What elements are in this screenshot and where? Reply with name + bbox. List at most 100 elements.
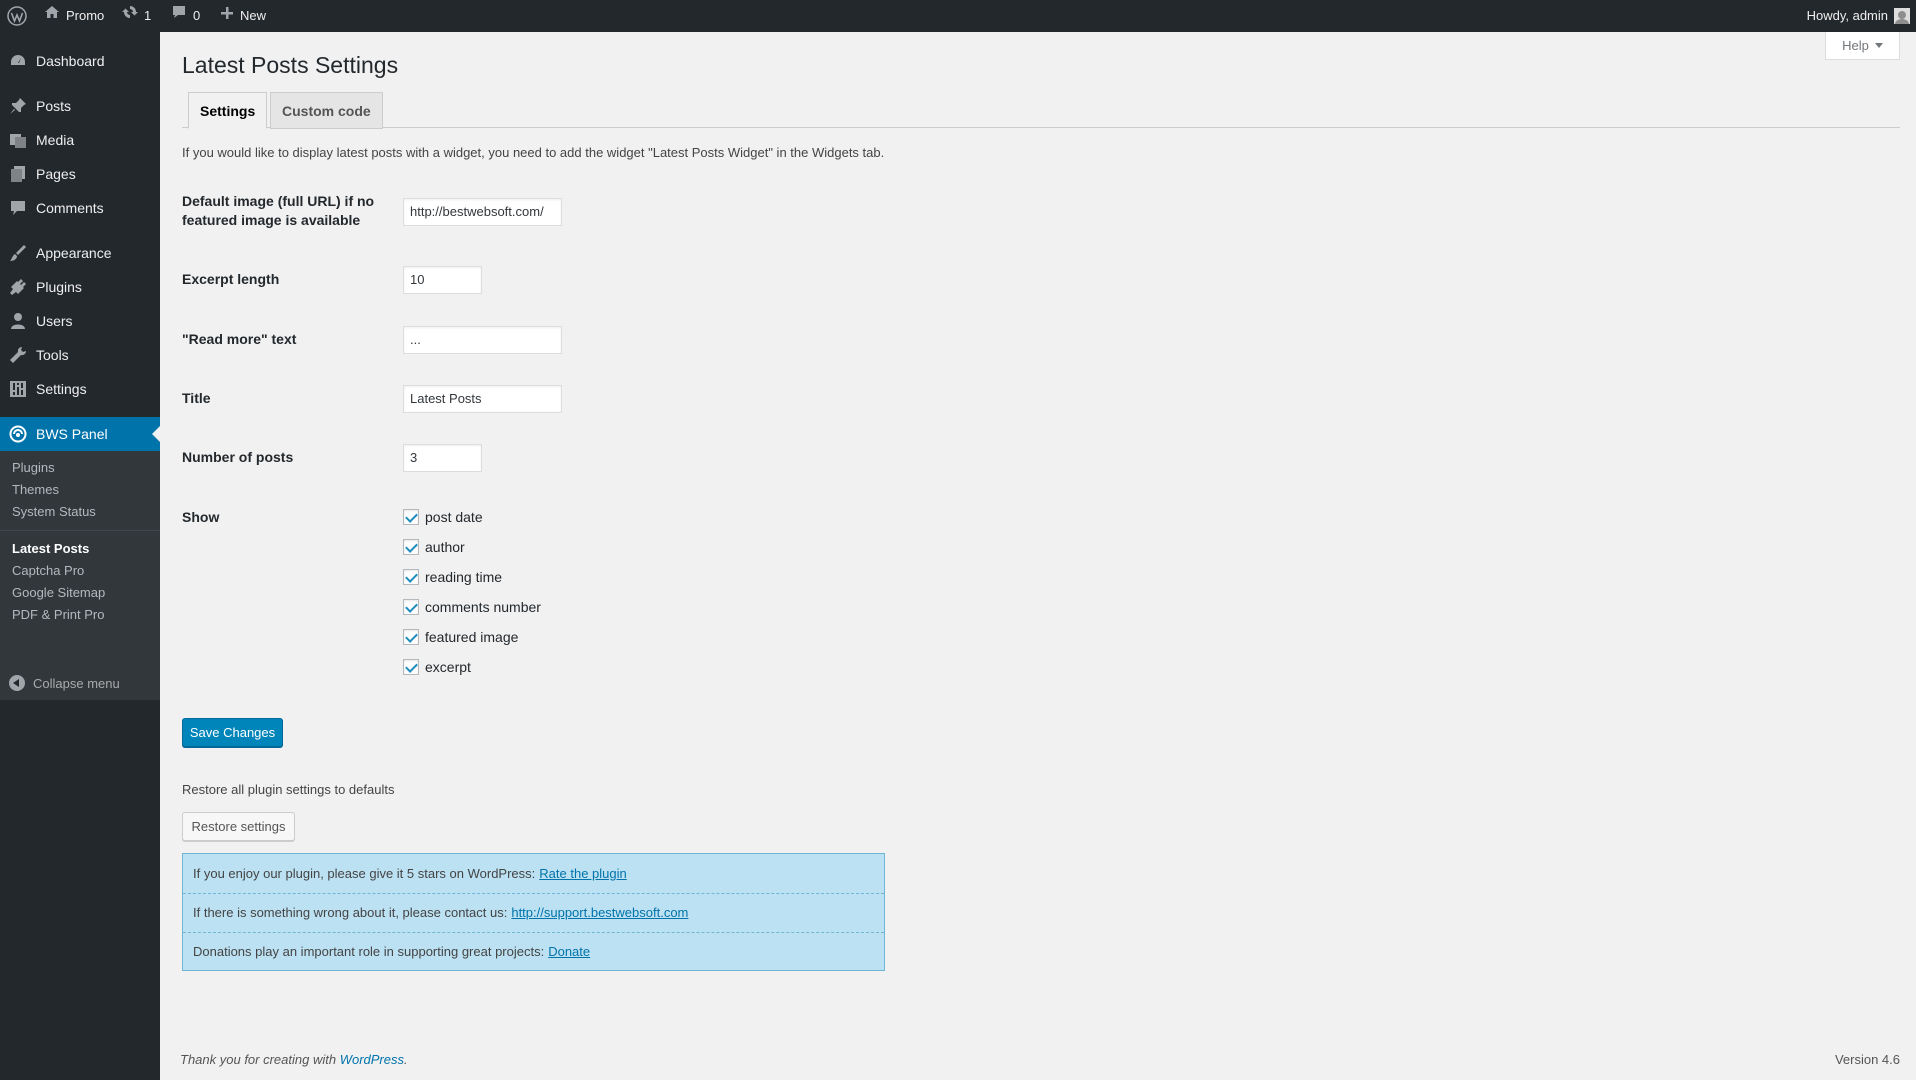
show-label: Show — [182, 509, 220, 525]
restore-settings-button[interactable]: Restore settings — [182, 812, 295, 841]
checkbox-author[interactable]: author — [403, 537, 465, 557]
default-image-input[interactable]: http://bestwebsoft.com/ — [403, 198, 562, 226]
sidebar-item-bws-panel[interactable]: BWS Panel — [0, 417, 160, 451]
comments-count: 0 — [193, 8, 201, 23]
sidebar-item-settings[interactable]: Settings — [0, 372, 160, 406]
checkbox-label: comments number — [425, 599, 541, 615]
plus-icon — [220, 0, 234, 32]
tab-settings[interactable]: Settings — [188, 92, 268, 129]
sidebar-item-dashboard[interactable]: Dashboard — [0, 44, 160, 78]
comments-link[interactable]: 0 — [171, 0, 200, 32]
checkbox-checked-icon[interactable] — [403, 569, 419, 585]
widget-notice: If you would like to display latest post… — [182, 145, 885, 160]
checkbox-checked-icon[interactable] — [403, 659, 419, 675]
wordpress-logo-icon[interactable] — [7, 0, 29, 32]
bws-submenu: Plugins Themes System Status Latest Post… — [0, 451, 160, 700]
sidebar-item-tools[interactable]: Tools — [0, 338, 160, 372]
sidebar-item-label: Posts — [36, 98, 72, 114]
sidebar-item-users[interactable]: Users — [0, 304, 160, 338]
my-account-link[interactable]: Howdy, admin — [1807, 0, 1910, 32]
help-tab-button[interactable]: Help — [1825, 32, 1900, 60]
comment-bubble-icon — [171, 0, 187, 32]
user-icon — [8, 311, 28, 331]
admin-sidebar: Dashboard Posts Media Pages Comments App… — [0, 32, 160, 1080]
submenu-item-pdf-print-pro[interactable]: PDF & Print Pro — [12, 605, 104, 625]
title-label: Title — [182, 390, 211, 406]
support-link[interactable]: http://support.bestwebsoft.com — [511, 905, 688, 920]
rate-row: If you enjoy our plugin, please give it … — [183, 854, 884, 893]
sidebar-item-appearance[interactable]: Appearance — [0, 236, 160, 270]
read-more-input[interactable]: ... — [403, 326, 562, 354]
sidebar-item-media[interactable]: Media — [0, 123, 160, 157]
rate-text: If you enjoy our plugin, please give it … — [193, 866, 536, 881]
sidebar-item-label: Media — [36, 132, 75, 148]
site-name-link[interactable]: Promo — [44, 0, 104, 32]
dashboard-icon — [8, 51, 28, 71]
footer-thanks-text: Thank you for creating with — [180, 1052, 337, 1067]
donate-link[interactable]: Donate — [548, 944, 590, 959]
title-input[interactable]: Latest Posts — [403, 385, 562, 413]
donate-row: Donations play an important role in supp… — [183, 932, 884, 971]
checkbox-featured-image[interactable]: featured image — [403, 627, 518, 647]
wordpress-link[interactable]: WordPress — [340, 1052, 404, 1067]
submenu-item-google-sitemap[interactable]: Google Sitemap — [12, 583, 105, 603]
avatar — [1894, 8, 1910, 24]
sidebar-item-comments[interactable]: Comments — [0, 191, 160, 225]
sidebar-item-label: Users — [36, 313, 73, 329]
sidebar-item-plugins[interactable]: Plugins — [0, 270, 160, 304]
updates-count: 1 — [144, 8, 152, 23]
checkbox-post-date[interactable]: post date — [403, 507, 483, 527]
brush-icon — [8, 243, 28, 263]
checkbox-checked-icon[interactable] — [403, 599, 419, 615]
checkbox-label: featured image — [425, 629, 519, 645]
tab-custom-code[interactable]: Custom code — [270, 92, 383, 129]
submenu-item-system-status[interactable]: System Status — [12, 502, 96, 522]
sidebar-item-label: Dashboard — [36, 53, 105, 69]
save-changes-button[interactable]: Save Changes — [182, 718, 283, 747]
support-text: If there is something wrong about it, pl… — [193, 905, 508, 920]
sidebar-item-posts[interactable]: Posts — [0, 89, 160, 123]
checkbox-excerpt[interactable]: excerpt — [403, 657, 471, 677]
media-icon — [8, 130, 28, 150]
sidebar-item-pages[interactable]: Pages — [0, 157, 160, 191]
submenu-item-latest-posts[interactable]: Latest Posts — [12, 539, 89, 559]
sidebar-item-label: Settings — [36, 381, 87, 397]
updates-link[interactable]: 1 — [122, 0, 151, 32]
checkbox-label: excerpt — [425, 659, 471, 675]
checkbox-reading-time[interactable]: reading time — [403, 567, 502, 587]
support-row: If there is something wrong about it, pl… — [183, 893, 884, 932]
submenu-item-themes[interactable]: Themes — [12, 480, 59, 500]
pin-icon — [8, 96, 28, 116]
read-more-label: "Read more" text — [182, 331, 297, 347]
checkbox-label: post date — [425, 509, 483, 525]
sidebar-item-label: BWS Panel — [36, 426, 108, 442]
footer-thanks: Thank you for creating with WordPress. — [180, 1052, 408, 1067]
donate-text: Donations play an important role in supp… — [193, 944, 545, 959]
comment-icon — [8, 198, 28, 218]
help-label: Help — [1842, 38, 1869, 53]
new-content-link[interactable]: New — [220, 0, 266, 32]
checkbox-label: author — [425, 539, 465, 555]
bws-icon — [8, 424, 28, 444]
restore-description: Restore all plugin settings to defaults — [182, 782, 395, 797]
excerpt-length-input[interactable]: 10 — [403, 266, 482, 294]
plug-icon — [8, 277, 28, 297]
rate-plugin-link[interactable]: Rate the plugin — [539, 866, 626, 881]
sidebar-item-label: Pages — [36, 166, 76, 182]
sidebar-item-label: Plugins — [36, 279, 82, 295]
checkbox-checked-icon[interactable] — [403, 629, 419, 645]
sidebar-item-label: Comments — [36, 200, 104, 216]
checkbox-checked-icon[interactable] — [403, 509, 419, 525]
checkbox-comments-number[interactable]: comments number — [403, 597, 541, 617]
submenu-item-plugins[interactable]: Plugins — [12, 458, 55, 478]
sidebar-item-label: Tools — [36, 347, 69, 363]
collapse-menu-label: Collapse menu — [33, 675, 120, 691]
main-content: Help Latest Posts Settings Settings Cust… — [160, 32, 1916, 1080]
submenu-item-captcha-pro[interactable]: Captcha Pro — [12, 561, 84, 581]
number-of-posts-label: Number of posts — [182, 449, 294, 465]
checkbox-checked-icon[interactable] — [403, 539, 419, 555]
collapse-menu-button[interactable]: Collapse menu — [9, 675, 120, 691]
footer-thanks-end: . — [404, 1052, 408, 1067]
number-of-posts-input[interactable]: 3 — [403, 444, 482, 472]
wrench-icon — [8, 345, 28, 365]
